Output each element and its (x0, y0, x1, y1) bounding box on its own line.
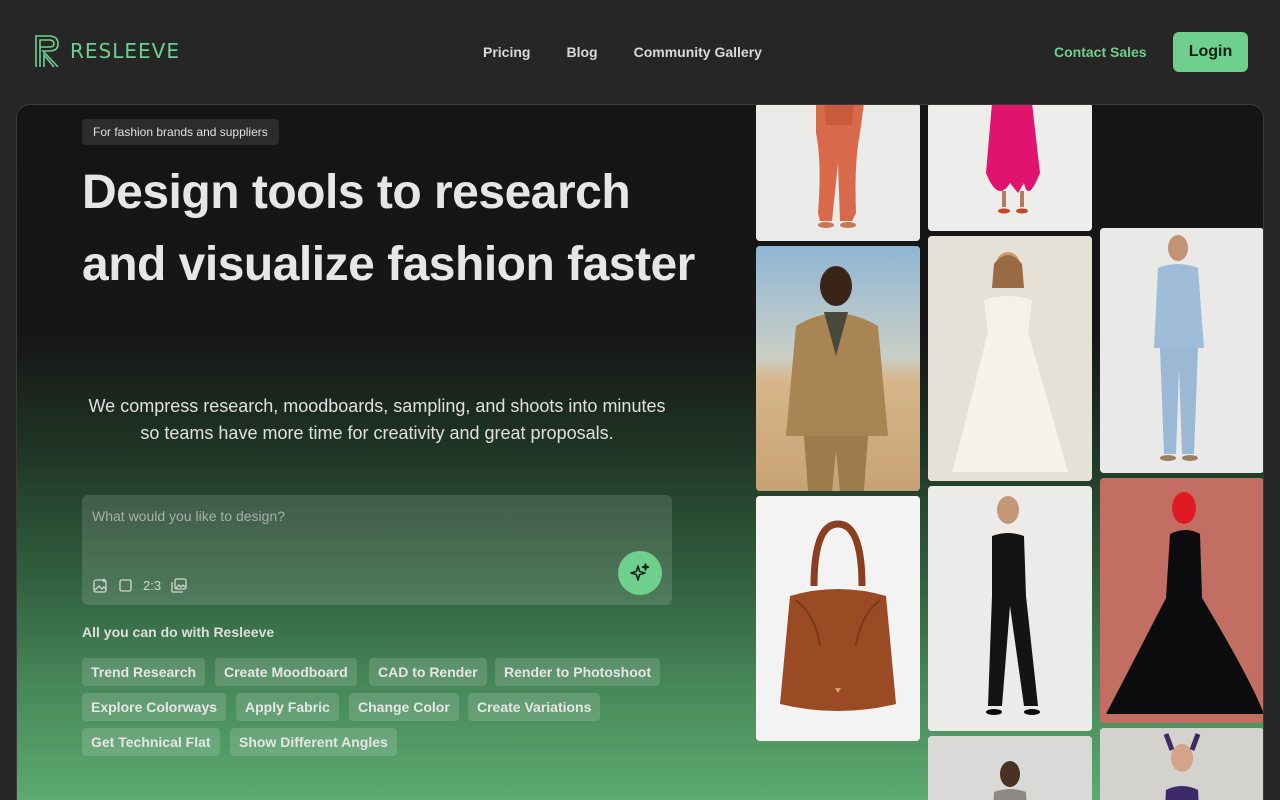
chip-show-different-angles[interactable]: Show Different Angles (230, 728, 397, 756)
light-blue-suit-photo[interactable] (1100, 228, 1263, 473)
aspect-ratio-icon[interactable] (118, 578, 133, 593)
nav-blog[interactable]: Blog (566, 44, 597, 60)
chip-render-to-photoshoot[interactable]: Render to Photoshoot (495, 658, 660, 686)
contact-sales-link[interactable]: Contact Sales (1054, 44, 1147, 60)
main-nav: Pricing Blog Community Gallery (483, 44, 762, 60)
hero-section: For fashion brands and suppliers Design … (16, 104, 1264, 800)
chip-cad-to-render[interactable]: CAD to Render (369, 658, 487, 686)
login-button[interactable]: Login (1173, 32, 1248, 72)
design-prompt-box: 2:3 (82, 495, 672, 605)
image-upload-icon[interactable] (93, 578, 108, 593)
resleeve-logo[interactable]: RESLEEVE (34, 34, 180, 68)
capabilities-title: All you can do with Resleeve (82, 624, 275, 640)
logo-wordmark: RESLEEVE (70, 39, 180, 63)
chip-get-technical-flat[interactable]: Get Technical Flat (82, 728, 220, 756)
sparkle-icon (630, 563, 650, 581)
magenta-dress-photo[interactable] (928, 105, 1092, 231)
white-gown-photo[interactable] (928, 236, 1092, 481)
design-prompt-input[interactable] (92, 505, 592, 527)
audience-badge: For fashion brands and suppliers (82, 119, 279, 145)
nav-pricing[interactable]: Pricing (483, 44, 530, 60)
purple-corset-photo[interactable] (1100, 728, 1263, 800)
resleeve-logo-icon (35, 35, 59, 68)
hero-subtext: We compress research, moodboards, sampli… (88, 396, 666, 443)
silver-outfit-photo[interactable] (928, 736, 1092, 800)
chip-apply-fabric[interactable]: Apply Fabric (236, 693, 339, 721)
orange-pantsuit-photo[interactable] (756, 105, 920, 241)
chip-create-moodboard[interactable]: Create Moodboard (215, 658, 357, 686)
hero-headline: Design tools to research and visualize f… (82, 166, 695, 291)
tan-suit-desert-photo[interactable] (756, 246, 920, 491)
chip-change-color[interactable]: Change Color (349, 693, 459, 721)
brown-leather-tote-photo[interactable] (756, 496, 920, 741)
aspect-ratio-value[interactable]: 2:3 (143, 578, 161, 593)
chip-trend-research[interactable]: Trend Research (82, 658, 206, 686)
black-gown-red-backdrop-photo[interactable] (1100, 478, 1263, 723)
prompt-toolbar: 2:3 (93, 578, 187, 593)
nav-community-gallery[interactable]: Community Gallery (634, 44, 762, 60)
chip-create-variations[interactable]: Create Variations (468, 693, 601, 721)
top-navigation: RESLEEVE Pricing Blog Community Gallery … (0, 0, 1280, 104)
reference-images-icon[interactable] (171, 578, 187, 593)
generate-button[interactable] (618, 551, 662, 595)
black-jumpsuit-photo[interactable] (928, 486, 1092, 731)
chip-explore-colorways[interactable]: Explore Colorways (82, 693, 227, 721)
